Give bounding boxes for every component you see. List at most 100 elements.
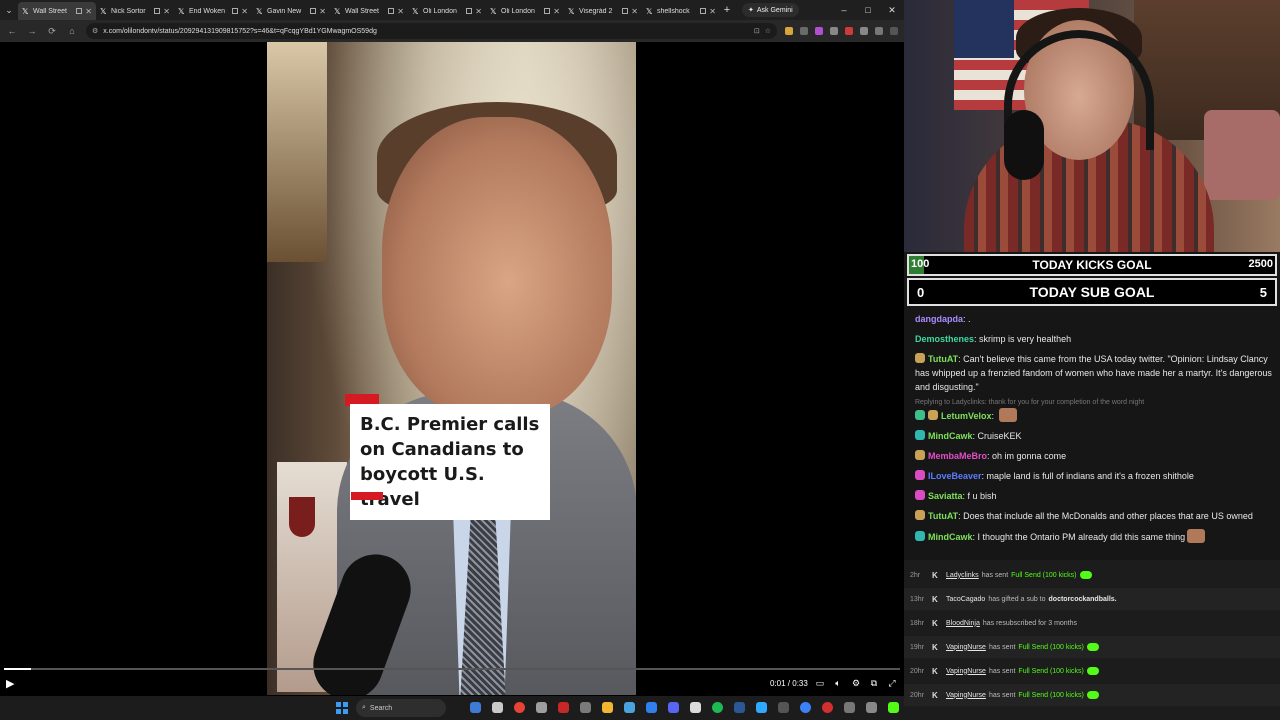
extension-icon[interactable] xyxy=(845,27,853,35)
event-username[interactable]: VapingNurse xyxy=(946,644,986,651)
app-icon[interactable] xyxy=(866,702,877,713)
volume-icon[interactable]: 🔈︎ xyxy=(832,678,844,689)
profile-avatar-icon[interactable] xyxy=(875,27,883,35)
home-icon[interactable]: ⌂ xyxy=(66,26,78,36)
tab-close-icon[interactable]: ✕ xyxy=(319,7,326,16)
install-icon[interactable]: ⊡ xyxy=(754,27,760,35)
tab[interactable]: 𝕏shellshock ✕ xyxy=(642,2,720,20)
app-icon[interactable] xyxy=(624,702,635,713)
close-window-icon[interactable]: ✕ xyxy=(880,5,904,16)
kicks-goal-bar: 100 TODAY KICKS GOAL 2500 xyxy=(907,254,1277,276)
app-icon[interactable] xyxy=(536,702,547,713)
chat-username[interactable]: MembaMeBro xyxy=(928,451,987,461)
taskbar-search-label: Search xyxy=(369,704,393,712)
video-player[interactable]: B.C. Premier calls on Canadians to boyco… xyxy=(0,42,904,695)
maximize-icon[interactable]: □ xyxy=(856,5,880,16)
task-view-icon[interactable] xyxy=(470,702,481,713)
settings-icon[interactable]: ⚙ xyxy=(850,678,862,689)
video-progress-bar[interactable] xyxy=(4,668,900,670)
chat-text: f u bish xyxy=(967,491,997,501)
chat-username[interactable]: ILoveBeaver xyxy=(928,471,982,481)
chrome-icon[interactable] xyxy=(514,702,525,713)
discord-icon[interactable] xyxy=(668,702,679,713)
chat-username[interactable]: TutuAT xyxy=(928,354,958,364)
tab[interactable]: 𝕏 Wall Street ✕ xyxy=(330,2,408,20)
tab[interactable]: 𝕏 Oli London ✕ xyxy=(408,2,486,20)
app-icon[interactable] xyxy=(734,702,745,713)
extension-icon[interactable] xyxy=(815,27,823,35)
app-icon[interactable] xyxy=(580,702,591,713)
chat-username[interactable]: dangdapda xyxy=(915,314,963,324)
picture-in-picture-icon[interactable]: ⧉ xyxy=(868,678,880,689)
event-username[interactable]: Ladyclinks xyxy=(946,572,979,579)
tab-close-icon[interactable]: ✕ xyxy=(631,7,638,16)
tab[interactable]: 𝕏 Wall Street ✕ xyxy=(18,2,96,20)
app-icon[interactable] xyxy=(778,702,789,713)
bookmark-star-icon[interactable]: ☆ xyxy=(765,27,771,35)
tab[interactable]: 𝕏 Oli London ✕ xyxy=(486,2,564,20)
video-frame[interactable] xyxy=(267,42,636,695)
event-row: 20hr K VapingNurse has sent Full Send (100 k… xyxy=(904,660,1280,682)
spotify-icon[interactable] xyxy=(712,702,723,713)
play-icon[interactable]: ▶ xyxy=(6,677,14,690)
app-icon[interactable] xyxy=(646,702,657,713)
address-bar[interactable]: ⚙ x.com/olilondontv/status/2092941319098… xyxy=(86,23,777,39)
captions-icon[interactable]: ▭ xyxy=(814,678,826,689)
back-icon[interactable]: ← xyxy=(6,26,18,36)
tab[interactable]: 𝕏 Visegrád 2 ✕ xyxy=(564,2,642,20)
chat-username[interactable]: Saviatta xyxy=(928,491,963,501)
fullscreen-icon[interactable]: ⤢ xyxy=(886,678,898,689)
app-icon[interactable] xyxy=(800,702,811,713)
tab-title: Wall Street xyxy=(33,7,67,15)
tab-close-icon[interactable]: ✕ xyxy=(241,7,248,16)
event-age: 18hr xyxy=(910,619,925,627)
chat-username[interactable]: MindCawk xyxy=(928,532,973,542)
chat-message: MembaMeBro: oh im gonna come xyxy=(915,449,1272,463)
windows-start-icon[interactable] xyxy=(336,702,348,714)
extension-icon[interactable] xyxy=(800,27,808,35)
event-age: 13hr xyxy=(910,595,925,603)
tab[interactable]: 𝕏 End Woken ✕ xyxy=(174,2,252,20)
tab[interactable]: 𝕏 Nick Sortor ✕ xyxy=(96,2,174,20)
reload-icon[interactable]: ⟳ xyxy=(46,26,58,37)
app-icon[interactable] xyxy=(558,702,569,713)
caption-line: boycott U.S. travel xyxy=(360,464,485,510)
extension-icon[interactable] xyxy=(830,27,838,35)
tab-close-icon[interactable]: ✕ xyxy=(709,7,716,16)
event-username[interactable]: VapingNurse xyxy=(946,668,986,675)
chat-message: TutuAT: Can't believe this came from the… xyxy=(915,352,1272,394)
chat-username[interactable]: TutuAT xyxy=(928,511,958,521)
tab-close-icon[interactable]: ✕ xyxy=(163,7,170,16)
site-info-icon[interactable]: ⚙ xyxy=(92,27,98,35)
chat-username[interactable]: LetumVelox xyxy=(941,411,992,421)
event-username[interactable]: VapingNurse xyxy=(946,692,986,699)
app-icon[interactable] xyxy=(822,702,833,713)
app-icon[interactable] xyxy=(690,702,701,713)
app-icon[interactable] xyxy=(844,702,855,713)
new-tab-button[interactable]: + xyxy=(720,3,734,17)
kick-icon[interactable] xyxy=(888,702,899,713)
event-recipient: doctorcockandballs. xyxy=(1048,595,1117,603)
chat-username[interactable]: MindCawk xyxy=(928,431,973,441)
tab-close-icon[interactable]: ✕ xyxy=(553,7,560,16)
tab-close-icon[interactable]: ✕ xyxy=(397,7,404,16)
ask-gemini-label: Ask Gemini xyxy=(756,6,793,14)
extensions-puzzle-icon[interactable] xyxy=(860,27,868,35)
extension-icons xyxy=(785,27,898,35)
app-icon[interactable] xyxy=(492,702,503,713)
taskbar-search[interactable]: ⌕ Search xyxy=(356,699,446,717)
extension-icon[interactable] xyxy=(785,27,793,35)
photoshop-icon[interactable] xyxy=(756,702,767,713)
file-explorer-icon[interactable] xyxy=(602,702,613,713)
tab-search-icon[interactable]: ⌄ xyxy=(0,0,18,20)
event-username[interactable]: BloodNinja xyxy=(946,620,980,627)
chat-username[interactable]: Demosthenes xyxy=(915,334,974,344)
forward-icon[interactable]: → xyxy=(26,26,38,36)
tab-close-icon[interactable]: ✕ xyxy=(85,7,92,16)
browser-menu-icon[interactable] xyxy=(890,27,898,35)
event-username[interactable]: TacoCagado xyxy=(946,596,985,603)
ask-gemini-button[interactable]: ✦ Ask Gemini xyxy=(742,3,799,17)
minimize-icon[interactable]: – xyxy=(832,5,856,16)
tab-close-icon[interactable]: ✕ xyxy=(475,7,482,16)
tab[interactable]: 𝕏 Gavin New ✕ xyxy=(252,2,330,20)
